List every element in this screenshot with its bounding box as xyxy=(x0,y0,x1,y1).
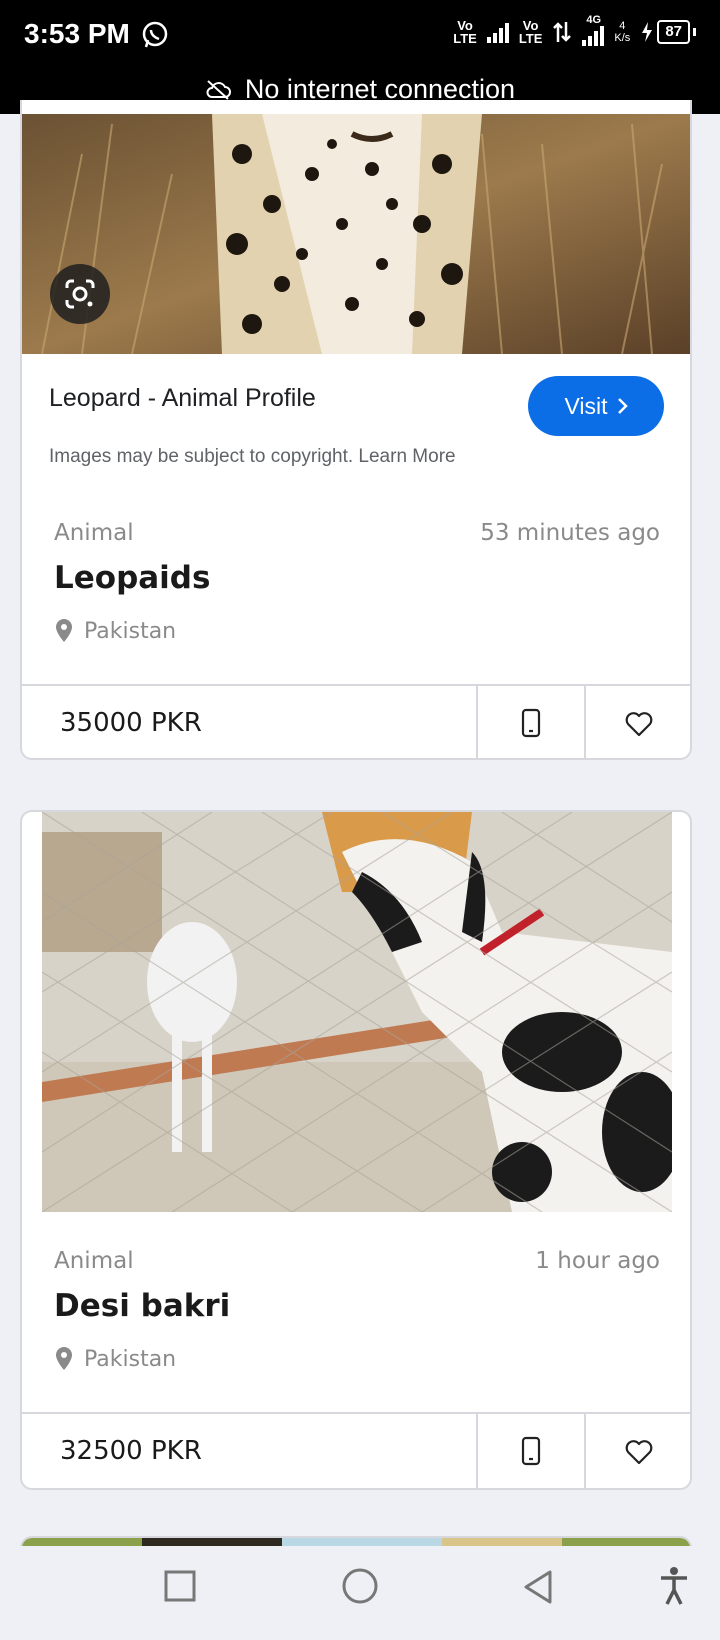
charging-icon xyxy=(642,22,653,42)
whatsapp-icon xyxy=(142,21,168,48)
leopard-photo xyxy=(22,114,690,354)
chevron-right-icon xyxy=(617,398,628,414)
volte-indicator: Vo LTE xyxy=(453,18,477,46)
price-label: 35000 PKR xyxy=(60,708,202,738)
signal-icon-2 xyxy=(582,24,605,46)
listing-image[interactable] xyxy=(42,812,672,1212)
visit-label: Visit xyxy=(564,392,608,419)
posted-time: 53 minutes ago xyxy=(480,520,660,546)
location-pin-icon xyxy=(56,1347,72,1370)
listing-image[interactable] xyxy=(22,114,690,354)
lens-result-title: Leopard - Animal Profile xyxy=(49,384,316,412)
location-text: Pakistan xyxy=(84,1346,177,1372)
volte-indicator-2: Vo LTE xyxy=(518,18,543,46)
heart-icon xyxy=(625,712,653,737)
listing-location: Pakistan xyxy=(54,618,176,644)
heart-icon xyxy=(625,1440,653,1465)
category-label: Animal xyxy=(54,520,134,546)
status-time: 3:53 PM xyxy=(24,18,130,49)
goat-photo xyxy=(42,812,672,1212)
copyright-note[interactable]: Images may be subject to copyright. Lear… xyxy=(49,446,456,468)
listing-location: Pakistan xyxy=(54,1346,176,1372)
battery-indicator: 87 xyxy=(640,20,696,44)
visit-button[interactable]: Visit xyxy=(528,376,664,436)
call-button[interactable] xyxy=(476,686,584,758)
listing-card[interactable]: Leopard - Animal Profile Visit Images ma… xyxy=(20,100,692,760)
phone-icon xyxy=(521,708,541,738)
status-indicators: Vo LTE Vo LTE 4G 4 K/s 87 xyxy=(453,14,696,46)
favorite-button[interactable] xyxy=(584,686,690,758)
listing-title[interactable]: Leopaids xyxy=(54,560,210,596)
location-pin-icon xyxy=(56,619,72,642)
favorite-button[interactable] xyxy=(584,1414,690,1488)
card-footer: 32500 PKR xyxy=(22,1412,690,1488)
call-button[interactable] xyxy=(476,1414,584,1488)
system-nav-bar xyxy=(0,1546,720,1640)
price-label: 32500 PKR xyxy=(60,1436,202,1466)
google-lens-button[interactable] xyxy=(50,264,110,324)
location-text: Pakistan xyxy=(84,618,177,644)
cloud-off-icon xyxy=(206,79,231,100)
square-icon[interactable] xyxy=(164,1570,196,1602)
listing-card[interactable]: Animal 1 hour ago Desi bakri Pakistan 32… xyxy=(20,810,692,1490)
signal-icon xyxy=(486,21,509,43)
google-lens-icon xyxy=(65,279,95,309)
status-bar: 3:53 PM Vo LTE Vo LTE 4G 4 K/s 87 No int… xyxy=(0,0,720,114)
card-footer: 35000 PKR xyxy=(22,684,690,758)
4g-label: 4G xyxy=(586,14,602,26)
net-speed: 4 K/s xyxy=(614,20,631,44)
triangle-back-icon[interactable] xyxy=(522,1570,554,1604)
circle-icon[interactable] xyxy=(342,1568,378,1604)
accessibility-icon[interactable] xyxy=(658,1566,690,1606)
posted-time: 1 hour ago xyxy=(535,1248,660,1274)
listing-title[interactable]: Desi bakri xyxy=(54,1288,230,1324)
data-transfer-icon xyxy=(553,22,572,42)
category-label: Animal xyxy=(54,1248,134,1274)
battery-level: 87 xyxy=(657,20,690,44)
phone-icon xyxy=(521,1436,541,1466)
